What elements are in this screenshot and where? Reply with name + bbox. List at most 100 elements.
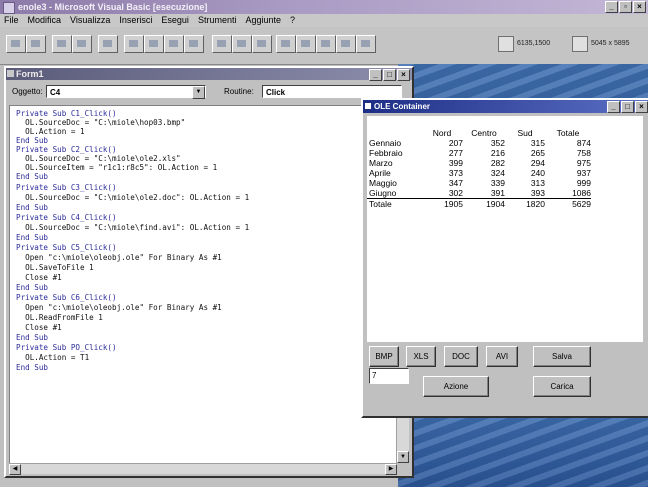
scroll-right-icon[interactable]: ▶	[385, 464, 397, 475]
table-cell: 975	[576, 158, 591, 168]
code-line: Private Sub C6_Click()	[16, 293, 117, 302]
header-cell	[367, 128, 421, 138]
menu-inserisci[interactable]: Inserisci	[119, 14, 152, 27]
menu-esegui[interactable]: Esegui	[161, 14, 189, 27]
ole-maximize-button[interactable]: □	[621, 101, 634, 113]
code-line: End Sub	[16, 283, 49, 292]
table-cell: 1904	[463, 198, 505, 209]
main-title: enole3 - Microsoft Visual Basic [esecuzi…	[18, 2, 208, 12]
minimize-button[interactable]: _	[605, 1, 618, 13]
open-project-icon[interactable]	[52, 35, 72, 53]
table-cell: 347	[448, 178, 463, 188]
code-line: End Sub	[16, 233, 49, 242]
menu-editor-icon[interactable]	[124, 35, 144, 53]
chevron-down-icon[interactable]: ▼	[192, 86, 205, 99]
code-minimize-button[interactable]: _	[369, 69, 382, 81]
code-line: OL.SaveToFile 1	[16, 263, 94, 272]
code-line: Open "c:\miole\oleobj.ole" For Binary As…	[16, 253, 222, 262]
table-cell: 874	[576, 138, 591, 148]
code-editor[interactable]: Private Sub C1_Click() OL.SourceDoc = "C…	[9, 105, 397, 465]
code-window-title: Form1	[16, 69, 44, 79]
restore-button[interactable]: ▫	[619, 1, 632, 13]
ole-window-title: OLE Container	[374, 102, 431, 111]
doc-button[interactable]: DOC	[444, 346, 478, 367]
table-cell: Aprile	[369, 168, 391, 178]
instant-watch-icon[interactable]	[296, 35, 316, 53]
object-browser-icon[interactable]	[164, 35, 184, 53]
salva-button[interactable]: Salva	[533, 346, 591, 367]
routine-combo[interactable]: Click	[262, 85, 402, 98]
object-combo-value: C4	[50, 88, 61, 97]
stop-icon[interactable]	[252, 35, 272, 53]
menu-visualizza[interactable]: Visualizza	[70, 14, 110, 27]
code-line: End Sub	[16, 172, 49, 181]
bmp-button[interactable]: BMP	[369, 346, 399, 367]
ole-minimize-button[interactable]: _	[607, 101, 620, 113]
add-module-icon[interactable]	[26, 35, 46, 53]
ole-embedded-sheet[interactable]: Nord Centro Sud Totale Gennaio 207 352 3…	[367, 116, 643, 342]
code-line: Private Sub C2_Click()	[16, 145, 117, 154]
object-label: Oggetto:	[12, 87, 43, 96]
code-line: Private Sub C3_Click()	[16, 183, 117, 192]
pause-icon[interactable]	[232, 35, 252, 53]
code-horizontal-scrollbar[interactable]: ◀ ▶	[9, 463, 397, 475]
header-cell: Nord	[432, 128, 452, 138]
table-cell: 391	[490, 188, 505, 198]
menu-file[interactable]: File	[4, 14, 19, 27]
menu-strumenti[interactable]: Strumenti	[198, 14, 237, 27]
xls-button[interactable]: XLS	[406, 346, 436, 367]
table-cell: 352	[490, 138, 505, 148]
vb-app-icon[interactable]	[3, 2, 15, 14]
azione-button[interactable]: Azione	[423, 376, 489, 397]
code-close-button[interactable]: ×	[397, 69, 410, 81]
scroll-left-icon[interactable]: ◀	[9, 464, 21, 475]
code-line: OL.SourceDoc = "C:\miole\hop03.bmp"	[16, 118, 186, 127]
scroll-down-icon[interactable]: ▼	[397, 451, 409, 463]
lock-controls-icon[interactable]	[98, 35, 118, 53]
table-row: Febbraio 277 216 265 758	[367, 148, 591, 158]
table-total-row: Totale 1905 1904 1820 5629	[367, 198, 591, 209]
avi-button[interactable]: AVI	[486, 346, 518, 367]
code-line: OL.SourceDoc = "C:\miole\ole2.doc": OL.A…	[16, 193, 250, 202]
table-cell: 339	[490, 178, 505, 188]
menu-help[interactable]: ?	[290, 14, 295, 27]
size-readout: 5045 x 5895	[591, 40, 630, 47]
step-over-icon[interactable]	[356, 35, 376, 53]
code-line: Open "c:\miole\oleobj.ole" For Binary As…	[16, 303, 222, 312]
code-window-controls: _ □ ×	[369, 69, 410, 81]
menu-aggiunte[interactable]: Aggiunte	[245, 14, 281, 27]
table-cell: 313	[530, 178, 545, 188]
ole-close-button[interactable]: ×	[635, 101, 648, 113]
menu-bar: File Modifica Visualizza Inserisci Esegu…	[0, 14, 648, 27]
header-cell: Totale	[556, 128, 580, 138]
code-window: Form1 _ □ × Oggetto: C4 ▼ Routine: Click…	[4, 66, 414, 478]
properties-icon[interactable]	[144, 35, 164, 53]
project-icon[interactable]	[184, 35, 204, 53]
toggle-breakpoint-icon[interactable]	[276, 35, 296, 53]
step-into-icon[interactable]	[336, 35, 356, 53]
table-cell: 282	[490, 158, 505, 168]
table-cell: Gennaio	[369, 138, 402, 148]
table-cell: 1905	[421, 198, 463, 209]
table-cell: Maggio	[369, 178, 397, 188]
table-cell: 999	[576, 178, 591, 188]
ole-window-icon	[365, 103, 371, 109]
code-line: End Sub	[16, 136, 49, 145]
carica-button[interactable]: Carica	[533, 376, 591, 397]
menu-modifica[interactable]: Modifica	[28, 14, 62, 27]
calls-icon[interactable]	[316, 35, 336, 53]
table-cell: 937	[576, 168, 591, 178]
close-button[interactable]: ×	[633, 1, 646, 13]
ole-title-bar: OLE Container _ □ ×	[363, 100, 648, 113]
save-project-icon[interactable]	[72, 35, 92, 53]
code-line: Close #1	[16, 273, 62, 282]
table-cell: 399	[448, 158, 463, 168]
vb-ide: enole3 - Microsoft Visual Basic [esecuzi…	[0, 0, 648, 487]
start-icon[interactable]	[212, 35, 232, 53]
add-form-icon[interactable]	[6, 35, 26, 53]
code-maximize-button[interactable]: □	[383, 69, 396, 81]
object-combo[interactable]: C4 ▼	[46, 85, 206, 99]
table-cell: 294	[530, 158, 545, 168]
action-input[interactable]: 7	[369, 368, 409, 384]
code-line: Private Sub C1_Click()	[16, 109, 117, 118]
